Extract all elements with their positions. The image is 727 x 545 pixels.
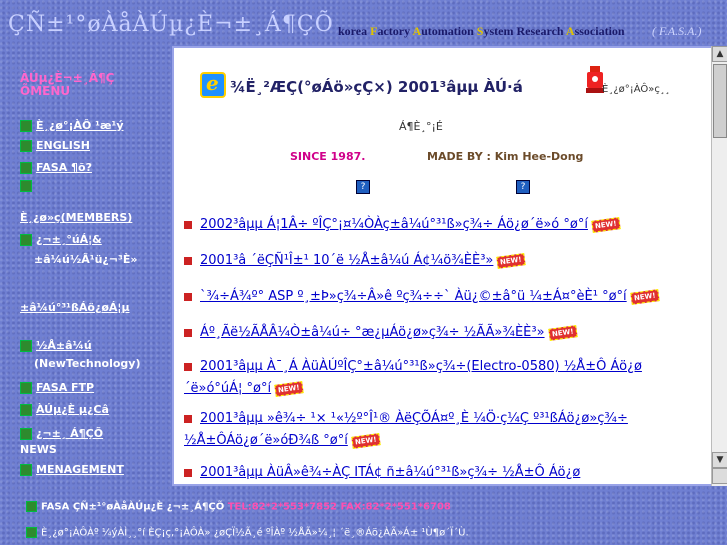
- footer-notice-line: È¸¿ø°¡ÀÔÀº ¼ýÀÌ¸¸°í ÈÇ¡ç,°¡ÀÔÀ» ¿øÇÏ½Ã¸é…: [26, 527, 469, 539]
- bullet-icon: [184, 328, 192, 337]
- bullet-icon: [20, 382, 32, 394]
- sidebar-menu: ÀÚµ¿È¬±¸Á¶Ç ÕMENU È¸¿ø°¡ÀÔ ¹æ¹ý ENGLISH …: [0, 60, 163, 485]
- bullet-icon: [20, 162, 32, 174]
- news-item[interactable]: Áº¸Ãë½ÃÅÂ¼Ò±â¼ú÷ °æ¿µÁö¿ø»ç¾÷ ½ÃÃ»¾ÈÈ³» N…: [184, 322, 694, 344]
- org-abbreviation: ( F.A.S.A.): [652, 24, 702, 38]
- news-item[interactable]: 2001³â ´ëÇÑ¹Î±¹ 10´ë ½Å±â¼ú Á¢¼ö¾ÈÈ³» NEW…: [184, 250, 694, 272]
- sidebar-item-tech-support[interactable]: ±â¼ú°³¹ßÁö¿øÁ¦µ: [20, 300, 160, 316]
- made-by-text: MADE BY : Kim Hee-Dong: [427, 150, 584, 163]
- scroll-corner: [712, 468, 727, 484]
- new-badge-icon: NEW!: [547, 324, 577, 341]
- footer-contact-line: FASA ÇÑ±¹°øÀåÀÚµ¿È ¿¬±¸Á¶ÇÕ TEL:82*2*553…: [26, 501, 451, 513]
- bullet-icon: [184, 362, 192, 371]
- help-icon[interactable]: ?: [516, 180, 530, 194]
- sidebar-item-english[interactable]: ENGLISH: [20, 138, 160, 154]
- new-badge-icon: NEW!: [351, 432, 381, 449]
- sidebar-item-newtech[interactable]: ½Å±â¼ú (NewTechnology): [20, 338, 160, 372]
- bullet-icon: [20, 464, 32, 476]
- sidebar-item-members[interactable]: È¸¿ø»ç(MEMBERS): [20, 210, 160, 226]
- bullet-icon: [184, 256, 192, 265]
- news-item[interactable]: `¾÷Á¾º° ASP º¸±Þ»ç¾÷Â»ê ºç¾÷÷` Àü¿©±â°ü …: [184, 286, 694, 308]
- contact-info: TEL:82*2*553*7852 FAX:82*2*551*6708: [227, 501, 451, 513]
- sidebar-item-join[interactable]: È¸¿ø°¡ÀÔ ¹æ¹ý: [20, 118, 160, 134]
- content-frame: e ¾Ë¸²ÆÇ(°øÁö»çÇ×) 2001³âµµ ÀÚ·á È¸¿ø°¡À…: [172, 46, 717, 486]
- sidebar-item-ftp[interactable]: FASA FTP: [20, 380, 160, 396]
- bullet-icon: [184, 468, 192, 477]
- news-item[interactable]: 2001³âµµ ÀüÂ»ê¾÷ÀÇ ITÁ¢ ñ±â¼ú°³¹ß»ç¾÷ ½Å…: [184, 462, 694, 484]
- bullet-icon: [184, 292, 192, 301]
- page-title: ¾Ë¸²ÆÇ(°øÁö»çÇ×) 2001³âµµ ÀÚ·á: [230, 78, 523, 96]
- bullet-icon: [20, 120, 32, 132]
- sidebar-item-research[interactable]: ¿¬±¸°úÁ¦& ±â¼ú½Ã¹ü¿¬³È»: [20, 232, 160, 268]
- hydrant-label[interactable]: È¸¿ø°¡ÀÔ»ç¸¸: [602, 84, 670, 95]
- bullet-icon: [20, 180, 32, 192]
- news-item[interactable]: 2001³âµµ À¯¸Á ÀüÀÚºÎÇ°±â¼ú°³¹ß»ç¾÷(Elect…: [184, 356, 694, 400]
- site-footer: FASA ÇÑ±¹°øÀåÀÚµ¿È ¿¬±¸Á¶ÇÕ TEL:82*2*553…: [0, 485, 727, 545]
- sidebar-item-blank: [20, 178, 160, 194]
- news-item[interactable]: 2001³âµµ »ê¾÷ ¹× ¹«½º°Î¹® ÀëÇÕÁ¤º¸È ¼Ö·ç…: [184, 408, 694, 452]
- bullet-icon: [20, 404, 32, 416]
- hydrant-label-2[interactable]: Á¶È¸°¡É: [399, 120, 443, 133]
- vertical-scrollbar[interactable]: ▲ ▼: [711, 46, 727, 486]
- help-icon[interactable]: ?: [356, 180, 370, 194]
- news-item[interactable]: 2002³âµµ Á¦1Â÷ ºÎÇ°¡¤¼ÒÀç±â¼ú°³¹ß»ç¾÷ Áö…: [184, 214, 694, 236]
- bullet-icon: [26, 527, 37, 538]
- sidebar-item-trend[interactable]: ÀÚµ¿È µ¿Câ: [20, 402, 160, 418]
- new-badge-icon: NEW!: [629, 288, 659, 305]
- bullet-icon: [20, 234, 32, 246]
- sidebar-item-about[interactable]: FASA ¶õ?: [20, 160, 160, 176]
- scroll-down-icon[interactable]: ▼: [712, 452, 727, 468]
- menu-title: ÀÚµ¿È¬±¸Á¶Ç ÕMENU: [20, 71, 115, 98]
- bullet-icon: [26, 501, 37, 512]
- site-logo-text: ÇÑ±¹°øÀåÀÚµ¿È¬±¸Á¶ÇÕ: [8, 12, 334, 37]
- org-english-name: korea Factory Automation System Research…: [338, 24, 625, 38]
- new-badge-icon: NEW!: [274, 380, 304, 397]
- bullet-icon: [184, 220, 192, 229]
- bullet-icon: [184, 414, 192, 423]
- new-badge-icon: NEW!: [496, 252, 526, 269]
- e-logo-icon: e: [200, 71, 226, 98]
- scroll-up-icon[interactable]: ▲: [712, 46, 727, 62]
- since-text: SINCE 1987.: [290, 150, 366, 163]
- bullet-icon: [20, 428, 32, 440]
- sidebar-item-management[interactable]: MENAGEMENT: [20, 462, 160, 478]
- title-row: e ¾Ë¸²ÆÇ(°øÁö»çÇ×) 2001³âµµ ÀÚ·á: [200, 71, 620, 102]
- sidebar-item-news[interactable]: ¿¬±¸ Á¶ÇÕ NEWS: [20, 426, 160, 458]
- bullet-icon: [20, 140, 32, 152]
- bullet-icon: [20, 340, 32, 352]
- scroll-thumb[interactable]: [713, 64, 727, 138]
- new-badge-icon: NEW!: [591, 216, 621, 233]
